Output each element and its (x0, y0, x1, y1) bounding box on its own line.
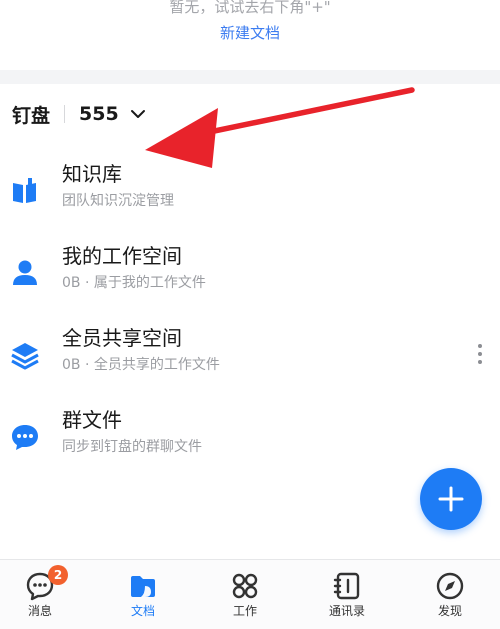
item-subtitle: 同步到钉盘的群聊文件 (62, 439, 202, 455)
org-selector[interactable]: 555 (79, 103, 119, 125)
section-separator (0, 70, 500, 84)
add-fab-button[interactable] (420, 468, 482, 530)
tab-documents[interactable]: 文档 (103, 560, 183, 629)
empty-hint: 暂无，试试去右下角"+" (169, 0, 331, 16)
item-title: 全员共享空间 (62, 326, 182, 350)
layers-icon (11, 343, 39, 370)
item-title: 群文件 (62, 408, 122, 432)
item-subtitle: 团队知识沉淀管理 (62, 193, 174, 209)
item-title: 我的工作空间 (62, 244, 182, 268)
list-item-knowledge-base[interactable]: 知识库 团队知识沉淀管理 (0, 158, 500, 238)
drive-title: 钉盘 (12, 104, 51, 127)
list-item-shared-space[interactable]: 全员共享空间 0B · 全员共享的工作文件 (0, 322, 500, 402)
person-icon (13, 260, 37, 285)
tab-label: 消息 (27, 604, 52, 618)
tab-discover[interactable]: 发现 (410, 560, 490, 629)
header-divider (64, 105, 66, 123)
new-document-link[interactable]: 新建文档 (0, 22, 500, 43)
item-subtitle: 0B · 属于我的工作文件 (62, 275, 206, 291)
tab-work[interactable]: 工作 (205, 560, 285, 629)
bottom-tab-bar: 2 消息 文档 工作 通讯录 发现 (0, 559, 500, 629)
drive-header: 钉盘 555 (0, 96, 500, 132)
list-item-my-workspace[interactable]: 我的工作空间 0B · 属于我的工作文件 (0, 240, 500, 320)
contacts-icon (333, 572, 360, 600)
item-title: 知识库 (62, 162, 122, 186)
book-icon (13, 178, 36, 203)
more-vertical-icon[interactable] (472, 342, 488, 366)
item-subtitle: 0B · 全员共享的工作文件 (62, 357, 220, 373)
grid-icon (232, 573, 258, 599)
chevron-down-icon[interactable] (129, 105, 147, 123)
chat-bubble-icon (12, 425, 38, 450)
compass-icon (436, 572, 464, 600)
plus-icon (438, 486, 464, 512)
empty-state: 暂无，试试去右下角"+" 新建文档 (0, 0, 500, 70)
tab-contacts[interactable]: 通讯录 (307, 560, 387, 629)
list-item-group-files[interactable]: 群文件 同步到钉盘的群聊文件 (0, 404, 500, 484)
tab-label: 发现 (437, 604, 462, 618)
tab-messages[interactable]: 2 消息 (0, 560, 80, 629)
unread-badge: 2 (48, 565, 68, 585)
tab-label: 文档 (130, 604, 155, 618)
tab-label: 工作 (232, 604, 257, 618)
document-folder-icon (131, 576, 155, 597)
tab-label: 通讯录 (328, 604, 365, 618)
